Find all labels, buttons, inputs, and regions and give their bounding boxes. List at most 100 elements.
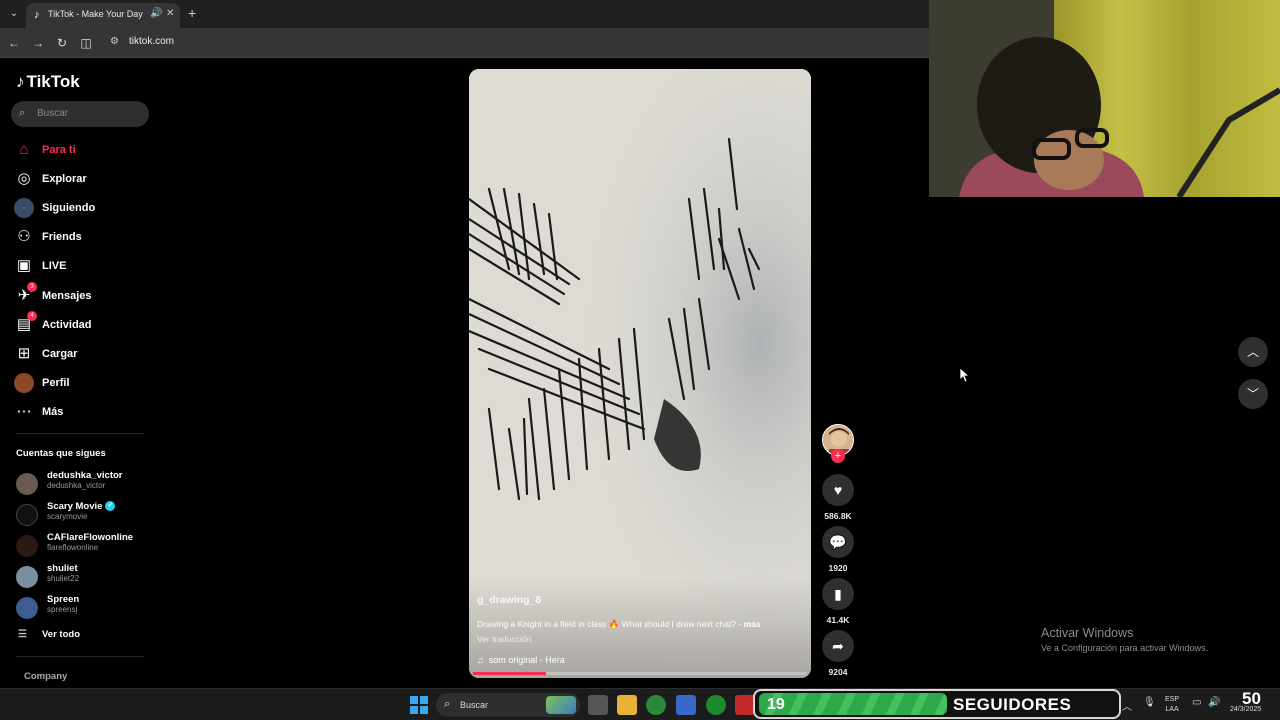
back-icon[interactable]: ← — [6, 35, 22, 51]
video-music[interactable]: ♫ som original - Hera — [477, 655, 565, 665]
avatar — [16, 535, 38, 557]
account-handle: shuliet22 — [47, 574, 80, 583]
nav-label: Explorar — [42, 173, 87, 185]
comment-button[interactable]: 💬 — [822, 526, 854, 558]
taskbar-search-label: Buscar — [460, 700, 489, 710]
address-bar[interactable]: tiktok.com — [129, 36, 174, 47]
tiktok-favicon-icon: ♪ — [34, 9, 40, 21]
caption-more-button[interactable]: más — [744, 619, 761, 629]
followers-progress-bar — [759, 693, 947, 715]
nav-mensajes[interactable]: ✈ 3 Mensajes — [14, 282, 154, 306]
app-icon[interactable] — [735, 695, 755, 715]
company-link[interactable]: Company — [24, 671, 67, 682]
profile-avatar-icon — [14, 373, 34, 393]
sidebar: ♪ TikTok ⌕ Buscar ⌂ Para ti ◎ Explorar Si… — [0, 58, 160, 688]
account-item[interactable]: Scary Movie ✓ scarymovie — [16, 501, 156, 529]
follow-button[interactable]: + — [831, 449, 845, 463]
split-view-icon[interactable]: ◫ — [78, 35, 94, 51]
nav-para-ti[interactable]: ⌂ Para ti — [14, 140, 154, 160]
microphone-icon[interactable]: 🎙 — [1143, 697, 1156, 708]
account-name: shuliet — [47, 563, 78, 574]
see-translation-button[interactable]: Ver traducción — [477, 634, 531, 644]
volume-icon[interactable]: 🔊 — [1208, 697, 1220, 708]
mouse-cursor-icon — [960, 368, 970, 382]
webcam-image — [929, 0, 1280, 197]
video-progress-bar[interactable] — [473, 672, 807, 675]
followers-counter-widget: 19 SEGUIDORES — [753, 689, 1121, 719]
nav-siguiendo[interactable]: Siguiendo — [14, 198, 154, 218]
task-view-icon[interactable] — [588, 695, 608, 715]
like-button[interactable]: ♥ — [822, 474, 854, 506]
tray-overflow-icon[interactable]: ︿ — [1122, 698, 1132, 713]
windows-start-icon[interactable] — [410, 696, 428, 714]
nav-cargar[interactable]: ⊞ Cargar — [14, 344, 154, 364]
comment-icon: 💬 — [829, 534, 847, 550]
bookmark-icon: ▮ — [834, 586, 842, 602]
nav-live[interactable]: ▣ LIVE — [14, 256, 154, 276]
xbox-icon[interactable] — [706, 695, 726, 715]
forward-icon[interactable]: → — [30, 35, 46, 51]
tiktok-note-icon: ♪ — [16, 72, 25, 91]
account-handle: scarymovie — [47, 512, 88, 521]
nav-perfil[interactable]: Perfil — [14, 373, 154, 393]
nav-label: Más — [42, 406, 64, 418]
save-button[interactable]: ▮ — [822, 578, 854, 610]
tab-title: TikTok - Make Your Day — [48, 9, 143, 19]
nav-mas[interactable]: ⋯ Más — [14, 402, 154, 422]
verified-icon: ✓ — [105, 501, 116, 512]
followers-label: SEGUIDORES — [953, 695, 1072, 714]
network-icon[interactable]: ▭ — [1192, 697, 1201, 708]
store-icon[interactable] — [676, 695, 696, 715]
account-handle: spreensj — [47, 605, 78, 614]
home-icon: ⌂ — [19, 141, 29, 158]
account-item[interactable]: shuliet shuliet22 — [16, 563, 156, 591]
language-indicator[interactable]: ESP LAA — [1165, 695, 1179, 715]
previous-video-button[interactable]: ︿ — [1238, 337, 1268, 367]
nav-label: Actividad — [42, 319, 92, 331]
tab-audio-icon[interactable]: 🔊 — [150, 8, 162, 19]
avatar — [16, 566, 38, 588]
share-button[interactable]: ➦ — [822, 630, 854, 662]
account-name: Spreen — [47, 594, 80, 605]
video-caption: Drawing a Knight in a field in class 🔥 W… — [477, 619, 807, 630]
reload-icon[interactable]: ↻ — [54, 35, 70, 51]
new-tab-button[interactable]: + — [188, 5, 196, 21]
avatar — [16, 597, 38, 619]
following-section-title: Cuentas que sigues — [16, 448, 106, 459]
search-icon: ⌕ — [444, 698, 451, 710]
nav-explorar[interactable]: ◎ Explorar — [14, 169, 154, 189]
divider — [16, 656, 144, 657]
tab-close-icon[interactable]: ✕ — [166, 8, 174, 19]
windows-taskbar: ⌕ Buscar 19 SEGUIDORES ︿ 🎙 ESP LAA ▭ 🔊 50… — [0, 688, 1280, 720]
file-explorer-icon[interactable] — [617, 695, 637, 715]
nav-label: Cargar — [42, 348, 78, 360]
nav-friends[interactable]: ⚇ Friends — [14, 227, 154, 247]
next-video-button[interactable]: ﹀ — [1238, 379, 1268, 409]
site-info-icon[interactable]: ⚙ — [110, 36, 119, 47]
list-icon: ☰ — [18, 629, 27, 640]
compass-icon: ◎ — [17, 170, 31, 187]
see-all-link[interactable]: ☰ Ver todo — [18, 629, 80, 640]
share-icon: ➦ — [832, 638, 844, 654]
browser-tab[interactable]: ♪ TikTok - Make Your Day 🔊 ✕ — [26, 3, 180, 28]
video-progress-fill — [473, 672, 547, 675]
account-item[interactable]: dedushka_victor dedushka_victor — [16, 470, 156, 498]
taskbar-search[interactable]: ⌕ Buscar — [436, 693, 580, 717]
share-count: 9204 — [828, 667, 848, 677]
search-input[interactable]: ⌕ Buscar — [11, 101, 149, 127]
account-handle: flareflowonline — [47, 543, 99, 552]
video-player[interactable]: g_drawing_8 Drawing a Knight in a field … — [469, 69, 811, 678]
caption-text: Drawing a Knight in a field in class 🔥 W… — [477, 619, 742, 629]
following-avatar-icon — [14, 198, 34, 218]
nav-actividad[interactable]: ▤ 4 Actividad — [14, 311, 154, 335]
activity-badge: 4 — [27, 311, 37, 321]
tab-search-icon[interactable]: ⌄ — [6, 6, 22, 22]
friends-icon: ⚇ — [17, 228, 31, 245]
account-item[interactable]: CAFlareFlowonline flareflowonline — [16, 532, 156, 560]
chrome-icon[interactable] — [646, 695, 666, 715]
video-author[interactable]: g_drawing_8 — [477, 594, 541, 606]
music-note-icon: ♫ — [477, 655, 484, 665]
account-name: CAFlareFlowonline — [47, 532, 134, 543]
tiktok-logo[interactable]: ♪ TikTok — [16, 72, 80, 92]
account-item[interactable]: Spreen spreensj — [16, 594, 156, 622]
